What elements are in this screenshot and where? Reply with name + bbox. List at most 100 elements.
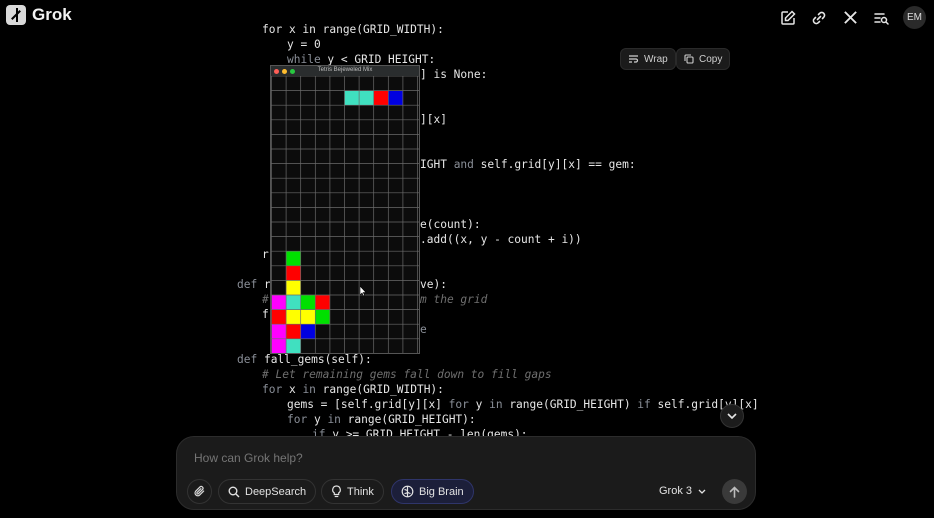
gem-cell	[344, 90, 360, 106]
code-line: y = 0	[287, 37, 321, 52]
gem-cell	[286, 338, 301, 353]
game-titlebar[interactable]: Tetris Bejeweled Mix	[271, 66, 419, 76]
code-line: f	[262, 307, 269, 322]
mouse-cursor-icon	[360, 286, 367, 296]
code-block: for x in range(GRID_WIDTH): y = 0 while y …	[0, 0, 934, 440]
app-title: Grok	[32, 5, 72, 24]
wrap-label: Wrap	[644, 53, 668, 65]
gem-cell	[373, 90, 389, 106]
code-line: ][x]	[420, 112, 447, 127]
chevron-down-icon	[727, 413, 737, 419]
code-line: for y in range(GRID_HEIGHT):	[287, 412, 476, 427]
game-board[interactable]	[271, 76, 419, 353]
code-line: for x in range(GRID_WIDTH):	[262, 382, 444, 397]
gem-cell	[315, 309, 330, 325]
code-token: y = 0	[287, 38, 321, 51]
code-token: if	[637, 398, 651, 411]
deepsearch-button[interactable]: DeepSearch	[218, 479, 317, 504]
code-token: range(GRID_HEIGHT)	[502, 398, 638, 411]
code-token: self.grid[y][x] == gem:	[473, 158, 636, 171]
gem-cell	[271, 324, 287, 339]
copy-button[interactable]: Copy	[676, 48, 731, 70]
code-token: for x in range(GRID_WIDTH):	[262, 23, 444, 36]
gem-cell	[300, 309, 316, 325]
code-token: y	[307, 413, 328, 426]
copy-label: Copy	[699, 53, 723, 65]
code-token: f	[262, 308, 269, 321]
edit-icon[interactable]	[779, 9, 797, 27]
code-line: e(count):	[420, 217, 481, 232]
model-selector[interactable]: Grok 3	[659, 485, 706, 497]
game-window[interactable]: Tetris Bejeweled Mix	[270, 65, 420, 354]
wrap-button[interactable]: Wrap	[620, 48, 676, 70]
gem-cell	[388, 90, 403, 106]
avatar[interactable]: EM	[903, 6, 926, 29]
code-token: in	[327, 413, 341, 426]
code-token: x	[282, 383, 303, 396]
code-token: in	[302, 383, 316, 396]
code-token: for	[262, 383, 283, 396]
brain-icon	[401, 485, 414, 498]
code-line: # Let remaining gems fall down to fill g…	[262, 367, 552, 382]
gem-cell	[315, 295, 330, 310]
send-button[interactable]	[722, 479, 747, 504]
code-token: ve):	[420, 278, 447, 291]
model-label: Grok 3	[659, 485, 693, 497]
game-window-title: Tetris Bejeweled Mix	[317, 67, 373, 73]
code-line: #	[262, 292, 269, 307]
code-token: e(count):	[420, 218, 481, 231]
code-token: r	[257, 278, 271, 291]
gem-cell	[271, 338, 287, 353]
gem-cell	[359, 90, 374, 106]
search-icon	[228, 486, 240, 498]
code-token: in	[489, 398, 503, 411]
code-token: r	[262, 248, 269, 261]
wrap-icon	[628, 54, 639, 64]
code-token: e	[420, 323, 427, 336]
gem-cell	[300, 295, 316, 310]
code-token: fall_gems(self):	[257, 353, 372, 366]
grok-logo[interactable]: Grok	[6, 5, 72, 25]
history-search-icon[interactable]	[872, 9, 890, 27]
chevron-down-icon	[698, 489, 706, 494]
code-token: ][x]	[420, 113, 447, 126]
lightbulb-icon	[331, 485, 342, 498]
code-line: gems = [self.grid[y][x] for y in range(G…	[287, 397, 759, 412]
code-token: def	[237, 278, 258, 291]
code-line: m the grid	[420, 292, 487, 307]
code-token: range(GRID_HEIGHT):	[340, 413, 476, 426]
header-actions: EM	[779, 6, 926, 29]
code-token: .add((x, y - count + i))	[420, 233, 582, 246]
copy-icon	[684, 54, 694, 64]
gem-cell	[271, 309, 287, 325]
grok-logo-icon	[6, 5, 26, 25]
code-token: range(GRID_WIDTH):	[315, 383, 444, 396]
think-button[interactable]: Think	[321, 479, 384, 504]
big-brain-button[interactable]: Big Brain	[391, 479, 474, 504]
code-token: ] is None:	[420, 68, 488, 81]
link-icon[interactable]	[810, 9, 828, 27]
code-token: # Let remaining gems fall down to fill g…	[262, 368, 552, 381]
gem-cell	[286, 251, 301, 266]
code-token: y	[468, 398, 490, 411]
code-line: ve):	[420, 277, 447, 292]
gem-cell	[300, 324, 316, 339]
prompt-input[interactable]	[194, 451, 734, 465]
code-line: def fall_gems(self):	[237, 352, 372, 367]
paperclip-icon	[193, 485, 206, 498]
code-line: IGHT and self.grid[y][x] == gem:	[420, 157, 636, 172]
code-line: e	[420, 322, 427, 337]
x-logo-icon[interactable]	[841, 9, 859, 27]
code-line: ] is None:	[420, 67, 487, 82]
code-line: for x in range(GRID_WIDTH):	[262, 22, 444, 37]
gem-cell	[271, 295, 287, 310]
scroll-to-bottom-button[interactable]	[720, 404, 744, 428]
think-label: Think	[347, 485, 374, 498]
prompt-box: DeepSearch Think Big Brain Grok 3	[176, 436, 756, 510]
code-token: and	[453, 158, 474, 171]
attach-button[interactable]	[187, 479, 212, 504]
code-token: def	[237, 353, 258, 366]
gem-cell	[286, 265, 301, 281]
code-token: for	[287, 413, 308, 426]
code-token: m the grid	[420, 293, 488, 306]
